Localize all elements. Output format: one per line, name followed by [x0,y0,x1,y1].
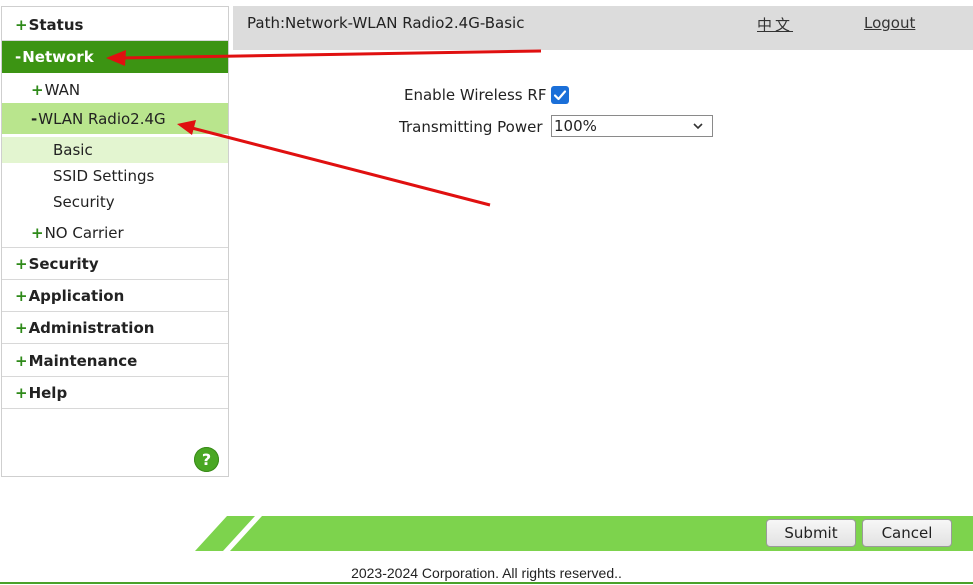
copyright-text: 2023-2024 Corporation. All rights reserv… [351,565,622,581]
collapse-minus-icon: - [31,109,38,128]
expand-plus-icon: + [15,286,28,305]
menu-label: Security [28,254,99,273]
breadcrumb: Path:Network-WLAN Radio2.4G-Basic [247,14,525,32]
menu-label: Help [28,383,68,402]
menu-label: Status [28,15,84,34]
select-value: 100% [554,117,597,135]
menu-item-application[interactable]: + Application [2,280,228,312]
leaf-item-security[interactable]: Security [2,189,228,215]
menu-label: Administration [28,318,155,337]
chevron-down-icon [693,123,703,130]
transmitting-power-select[interactable]: 100% [551,115,713,137]
submenu-label: WAN [44,80,81,99]
menu-label: Application [28,286,125,305]
menu-item-help[interactable]: + Help [2,377,228,409]
leaf-item-ssid-settings[interactable]: SSID Settings [2,163,228,189]
cancel-button[interactable]: Cancel [862,519,952,547]
expand-plus-icon: + [31,80,44,99]
transmitting-power-label: Transmitting Power [399,118,543,136]
submenu-item-wlan-radio[interactable]: - WLAN Radio2.4G [2,103,228,134]
language-link[interactable]: 中文 [757,14,793,35]
menu-item-security[interactable]: + Security [2,248,228,280]
submenu-label: NO Carrier [44,223,124,242]
leaf-item-basic[interactable]: Basic [2,137,228,163]
help-icon[interactable]: ? [194,447,219,472]
expand-plus-icon: + [15,318,28,337]
menu-label: Network [22,48,94,66]
enable-wireless-rf-checkbox[interactable] [551,86,569,104]
enable-wireless-rf-label: Enable Wireless RF [404,86,547,104]
expand-plus-icon: + [15,383,28,402]
menu-item-administration[interactable]: + Administration [2,312,228,344]
menu-label: Maintenance [28,351,138,370]
checkmark-icon [553,90,567,101]
collapse-minus-icon: - [15,48,22,66]
expand-plus-icon: + [31,223,44,242]
submenu-item-no-carrier[interactable]: + NO Carrier [2,218,228,248]
menu-item-network[interactable]: - Network [2,41,228,73]
menu-item-maintenance[interactable]: + Maintenance [2,345,228,377]
submit-button[interactable]: Submit [766,519,856,547]
header-bar: Path:Network-WLAN Radio2.4G-Basic 中文 Log… [233,6,973,50]
expand-plus-icon: + [15,15,28,34]
submenu-item-wan[interactable]: + WAN [2,74,228,105]
logout-link[interactable]: Logout [864,14,915,32]
bottom-divider [0,582,973,584]
footer-bar [195,516,973,551]
sidebar-nav: + Status - Network + WAN - WLAN Radio2.4G Ba… [1,6,229,477]
menu-item-status[interactable]: + Status [2,9,228,41]
submenu-label: WLAN Radio2.4G [38,109,166,128]
expand-plus-icon: + [15,254,28,273]
expand-plus-icon: + [15,351,28,370]
